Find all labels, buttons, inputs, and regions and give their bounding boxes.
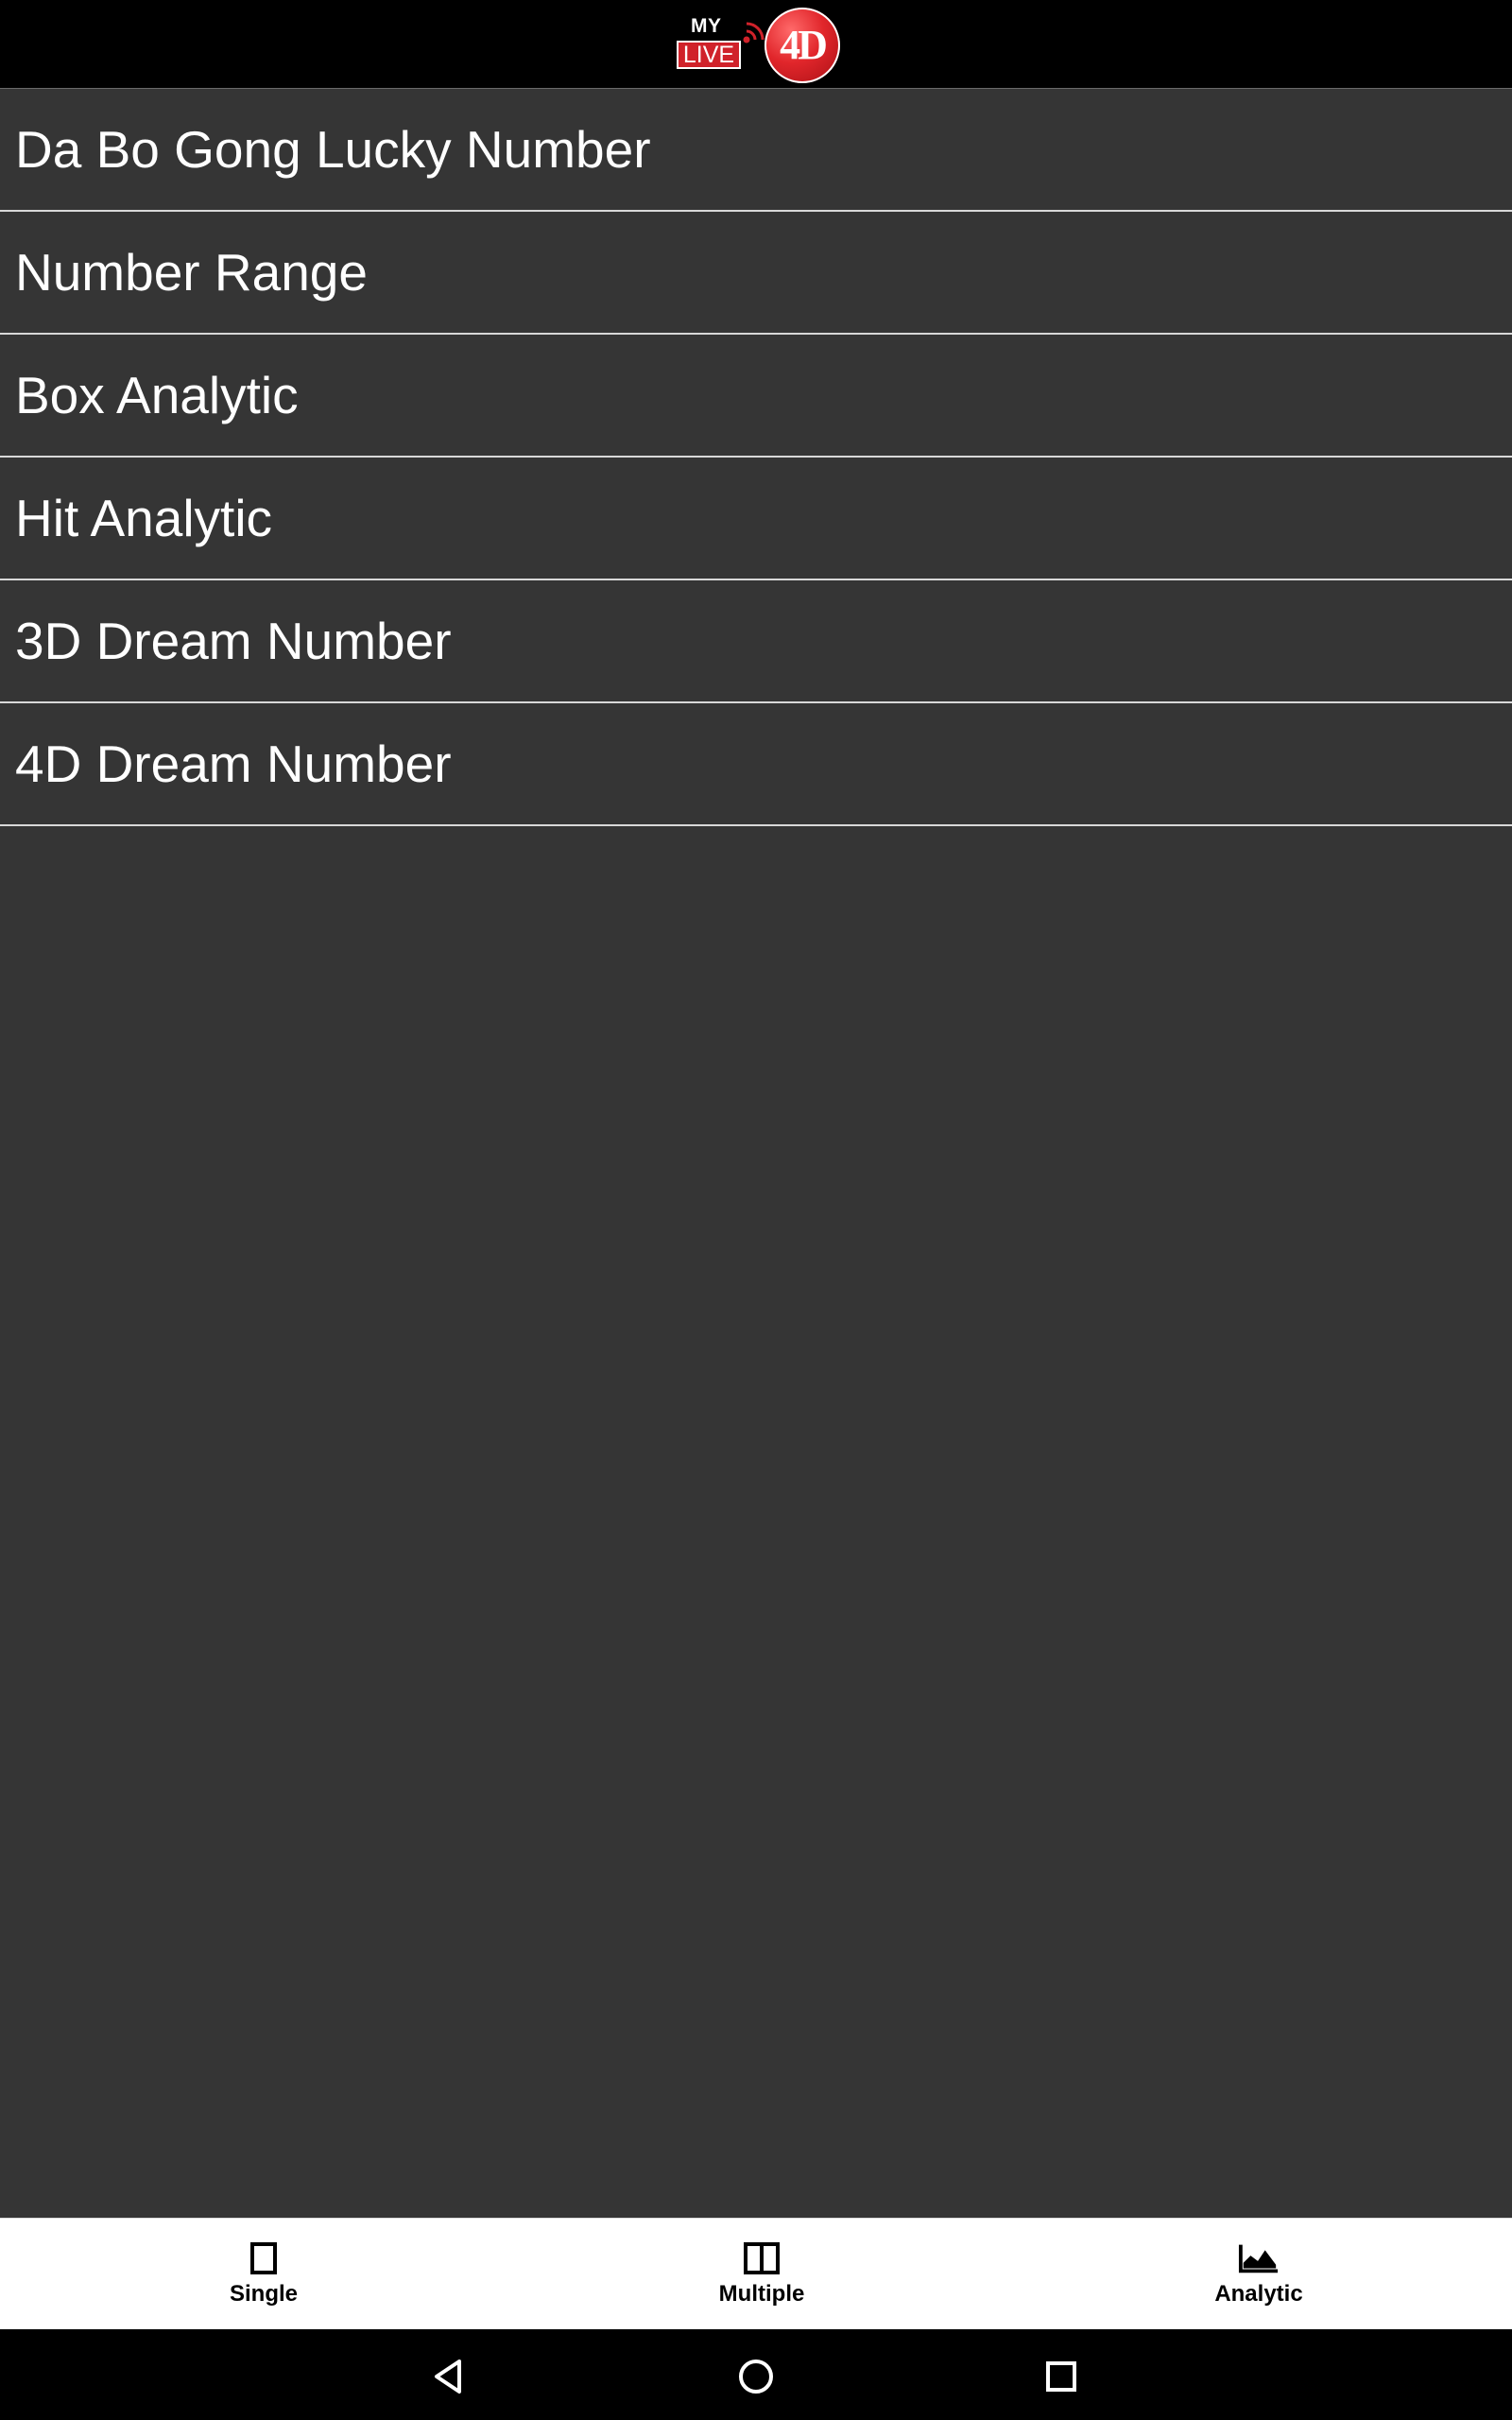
tab-multiple[interactable]: Multiple — [714, 2219, 809, 2330]
back-icon — [435, 2360, 461, 2394]
logo-live-badge: LIVE — [677, 41, 741, 69]
menu-item-box-analytic[interactable]: Box Analytic — [0, 335, 1512, 458]
analytic-menu: Da Bo Gong Lucky Number Number Range Box… — [0, 89, 1512, 826]
bottom-tab-bar: Single Multiple Analytic — [0, 2218, 1512, 2330]
logo-my-text: MY — [691, 15, 722, 37]
home-button[interactable] — [735, 2356, 777, 2397]
menu-item-label: Box Analytic — [15, 366, 299, 424]
menu-item-label: 4D Dream Number — [15, 735, 452, 793]
tab-analytic[interactable]: Analytic — [1209, 2219, 1309, 2330]
multiple-page-icon — [741, 2239, 782, 2277]
menu-item-label: 3D Dream Number — [15, 612, 452, 670]
tab-label: Single — [229, 2281, 298, 2307]
menu-item-da-bo-gong-lucky-number[interactable]: Da Bo Gong Lucky Number — [0, 89, 1512, 212]
back-button[interactable] — [429, 2356, 471, 2397]
menu-item-label: Da Bo Gong Lucky Number — [15, 120, 651, 179]
system-nav-bar — [0, 2329, 1512, 2420]
tab-label: Multiple — [718, 2281, 805, 2307]
menu-item-label: Hit Analytic — [15, 489, 273, 547]
menu-item-3d-dream-number[interactable]: 3D Dream Number — [0, 580, 1512, 703]
menu-item-label: Number Range — [15, 243, 368, 302]
recents-button[interactable] — [1040, 2356, 1082, 2397]
recents-icon — [1046, 2361, 1076, 2392]
app-logo: MY LIVE 4D — [677, 8, 843, 83]
menu-item-number-range[interactable]: Number Range — [0, 212, 1512, 335]
single-page-icon — [243, 2239, 284, 2277]
area-chart-icon — [1238, 2239, 1280, 2277]
logo-4d-ball: 4D — [765, 8, 840, 83]
signal-icon — [743, 22, 765, 43]
app-header: MY LIVE 4D — [0, 0, 1512, 89]
app-root: MY LIVE 4D Da Bo Gong Lucky Number Numbe… — [0, 0, 1512, 2420]
tab-label: Analytic — [1214, 2281, 1303, 2307]
menu-item-hit-analytic[interactable]: Hit Analytic — [0, 458, 1512, 580]
home-icon — [739, 2360, 773, 2394]
menu-item-4d-dream-number[interactable]: 4D Dream Number — [0, 703, 1512, 826]
tab-single[interactable]: Single — [221, 2219, 306, 2330]
